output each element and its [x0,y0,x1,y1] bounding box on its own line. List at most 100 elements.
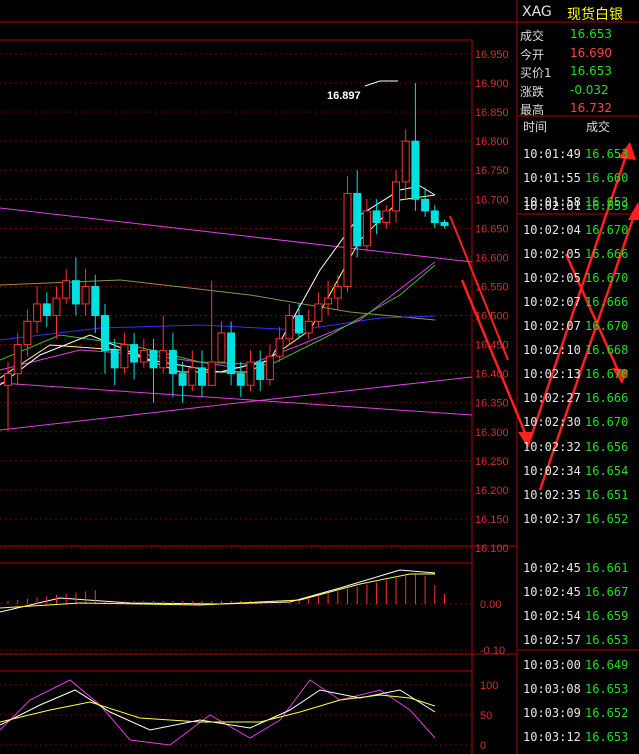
macd-dif [0,569,436,613]
tick-price: 16.670 [585,319,629,333]
macd-tick-label: 0.00 [480,599,501,611]
candle-body [343,192,352,287]
tick-time: 10:02:45 [523,585,581,600]
candle-body [149,349,158,369]
candle-body [91,285,100,317]
symbol-name: 现货白银 [567,7,623,23]
candle-body [421,198,430,212]
tick-price: 16.670 [585,222,629,237]
tick-price: 16.651 [585,487,629,502]
tick-time: 10:02:04 [523,222,581,237]
tick-time: 10:01:49 [523,147,581,161]
tick-time: 10:02:27 [523,391,581,406]
candle-body [285,315,294,340]
candle-body [362,210,371,247]
tick-price: 16.668 [585,343,629,358]
candle-body [324,297,333,305]
kdj-tick-label: 100 [480,680,498,692]
quote-label: 成交 [520,29,545,43]
tick-time: 10:03:12 [523,730,581,745]
candle-body [62,280,71,299]
candle-body [392,181,400,212]
tick-price: 16.649 [585,658,629,672]
candle-body [295,315,303,334]
price-tick-label: 16.850 [475,107,509,119]
candle-body [178,373,187,386]
quote-value: 16.690 [570,45,612,60]
tick-price: 16.654 [585,463,629,478]
candle-body [139,349,148,363]
kdj-tick-label: 0 [480,740,486,752]
quote-header: XAG 现货白银 [518,0,639,24]
candle-body [71,280,80,305]
candle-body [120,344,129,369]
tick-time: 10:02:05 [523,270,581,285]
macd-tick-label: -0.10 [480,645,505,657]
price-tick-label: 16.650 [475,223,509,235]
candle-body [101,315,109,351]
candle-body [275,338,284,357]
tick-price: 16.670 [585,415,629,430]
tick-time: 10:02:07 [523,294,581,309]
candle-body [23,320,32,346]
quote-value: 16.732 [570,101,612,115]
tick-time: 10:02:05 [523,246,581,261]
red-arrowhead [628,202,639,220]
tick-time: 10:02:35 [523,487,581,502]
candle-body [314,303,323,322]
trendline-rising [0,376,473,431]
tick-time: 10:02:07 [523,319,581,333]
candle-body [13,344,22,375]
price-tick-label: 16.250 [475,456,509,468]
tick-price-header: 成交 [586,120,611,134]
tick-price: 16.652 [585,511,629,526]
quote-value: -0.032 [570,82,609,97]
tick-price: 16.666 [585,246,629,261]
kdj-d [0,694,436,723]
tick-price: 16.653 [585,682,629,697]
tick-price: 16.653 [585,147,629,161]
candle-body [236,373,245,386]
tick-time: 10:02:01 [523,198,581,213]
trendline-upper [0,207,473,263]
tick-price: 16.670 [585,270,629,285]
candle-body [130,344,139,363]
candle-body [207,361,216,386]
candle-body [159,349,168,369]
candle-body [188,367,197,386]
candle-body [401,140,410,183]
candle-body [33,303,42,322]
tick-time: 10:02:45 [523,561,581,575]
tick-time: 10:02:34 [523,463,581,478]
high-annotation: 16.897 [327,90,361,102]
tick-price: 16.661 [585,561,629,575]
candle-body [227,332,236,375]
quote-value: 16.653 [570,64,612,78]
tick-price: 16.653 [585,730,629,745]
quote-label: 最高 [520,103,545,117]
price-tick-label: 16.150 [475,514,509,526]
tick-time: 10:03:09 [523,706,581,721]
symbol-code: XAG [522,4,552,20]
candle-body [333,285,342,299]
candle-body [52,297,61,317]
tick-price: 16.652 [585,706,629,721]
candle-body [246,361,255,386]
tick-time: 10:03:08 [523,682,581,697]
tick-price: 16.667 [585,585,629,600]
price-tick-label: 16.800 [475,136,509,148]
candle-body [440,222,449,226]
tick-price: 16.659 [585,609,629,624]
candle-body [42,303,51,317]
kdj-j [0,679,436,746]
candle-body [304,320,313,334]
tick-price: 16.656 [585,439,629,454]
candle-body [168,349,177,375]
price-tick-label: 16.950 [475,49,509,61]
candle-body [198,367,206,386]
tick-price: 16.653 [585,633,629,648]
tick-time: 10:02:10 [523,343,581,358]
tick-price: 16.666 [585,391,629,406]
quote-value: 16.653 [570,27,612,41]
candle-body [353,192,362,247]
